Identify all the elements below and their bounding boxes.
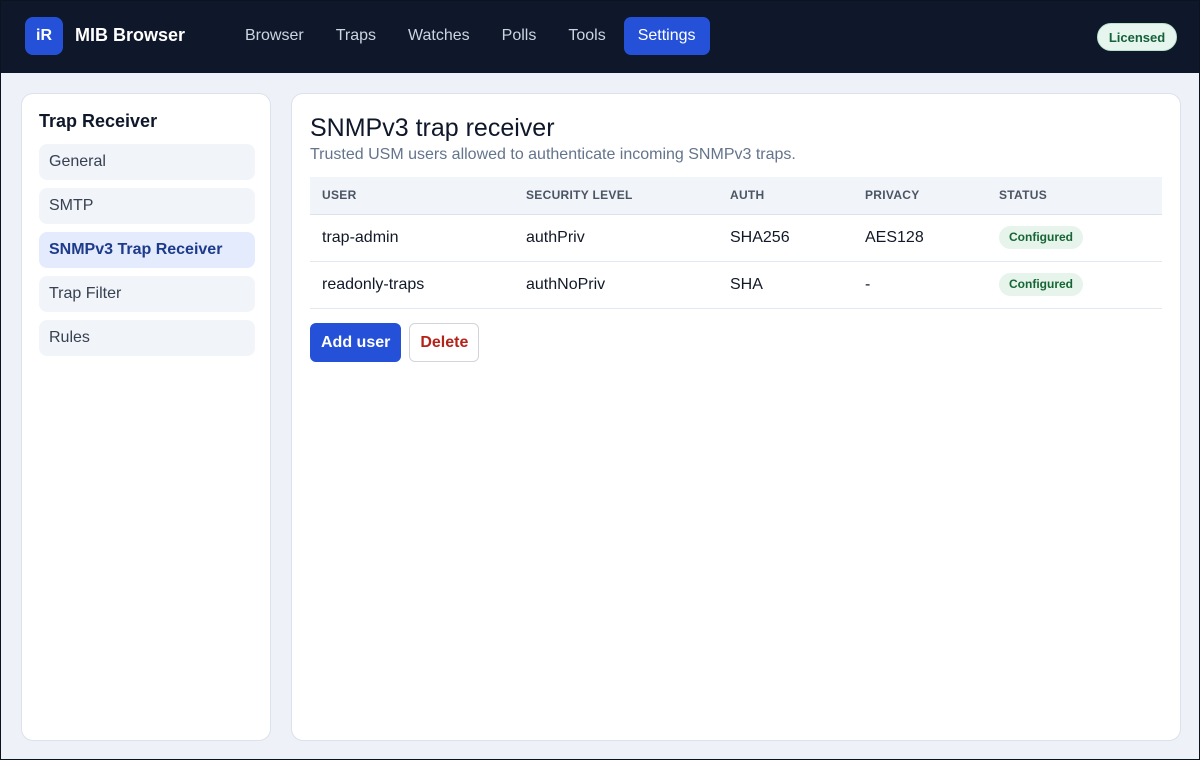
app-title: MIB Browser — [75, 25, 186, 45]
sidebar-item-trap-filter[interactable]: Trap Filter — [39, 276, 255, 312]
cell-status: Configured — [987, 261, 1162, 309]
column-header-security-level[interactable]: SECURITY LEVEL — [514, 177, 718, 215]
settings-sidebar: Trap Receiver General SMTP SNMPv3 Trap R… — [21, 93, 271, 741]
sidebar-item-smtp[interactable]: SMTP — [39, 188, 255, 224]
sidebar-item-general[interactable]: General — [39, 144, 255, 180]
column-header-user[interactable]: USER — [310, 177, 514, 215]
sidebar-item-rules[interactable]: Rules — [39, 320, 255, 356]
status-badge: Configured — [999, 273, 1083, 296]
top-bar: iR MIB Browser Browser Traps Watches Pol… — [0, 0, 1200, 73]
sidebar-list: General SMTP SNMPv3 Trap Receiver Trap F… — [39, 144, 255, 364]
nav-browser[interactable]: Browser — [231, 17, 318, 55]
nav-settings[interactable]: Settings — [623, 17, 710, 55]
page-title: SNMPv3 trap receiver — [310, 114, 555, 142]
cell-privacy: AES128 — [853, 214, 987, 262]
status-badge: Configured — [999, 226, 1083, 249]
cell-status: Configured — [987, 214, 1162, 262]
delete-button[interactable]: Delete — [409, 323, 480, 362]
column-header-privacy[interactable]: PRIVACY — [853, 177, 987, 215]
sidebar-item-snmpv3-trap-receiver[interactable]: SNMPv3 Trap Receiver — [39, 232, 255, 268]
cell-user: trap-admin — [310, 214, 514, 262]
license-badge: Licensed — [1097, 23, 1177, 51]
table-header-row: USER SECURITY LEVEL AUTH PRIVACY STATUS — [310, 177, 1162, 215]
page-subtitle: Trusted USM users allowed to authenticat… — [310, 146, 796, 163]
usm-users-table: USER SECURITY LEVEL AUTH PRIVACY STATUS … — [310, 177, 1162, 309]
cell-privacy: - — [853, 261, 987, 309]
table-row[interactable]: readonly-traps authNoPriv SHA - Configur… — [310, 261, 1162, 309]
table-actions: Add user Delete — [310, 323, 480, 362]
table-row[interactable]: trap-admin authPriv SHA256 AES128 Config… — [310, 214, 1162, 262]
nav-tools[interactable]: Tools — [554, 17, 619, 55]
app-logo: iR — [25, 17, 63, 55]
nav-polls[interactable]: Polls — [488, 17, 551, 55]
cell-security-level: authPriv — [514, 214, 718, 262]
main-nav: Browser Traps Watches Polls Tools Settin… — [231, 17, 714, 55]
add-user-button[interactable]: Add user — [310, 323, 402, 362]
sidebar-title: Trap Receiver — [39, 111, 158, 131]
cell-auth: SHA — [718, 261, 853, 309]
cell-security-level: authNoPriv — [514, 261, 718, 309]
cell-auth: SHA256 — [718, 214, 853, 262]
nav-watches[interactable]: Watches — [394, 17, 484, 55]
cell-user: readonly-traps — [310, 261, 514, 309]
nav-traps[interactable]: Traps — [322, 17, 390, 55]
main-panel: SNMPv3 trap receiver Trusted USM users a… — [291, 93, 1181, 741]
column-header-auth[interactable]: AUTH — [718, 177, 853, 215]
column-header-status[interactable]: STATUS — [987, 177, 1162, 215]
